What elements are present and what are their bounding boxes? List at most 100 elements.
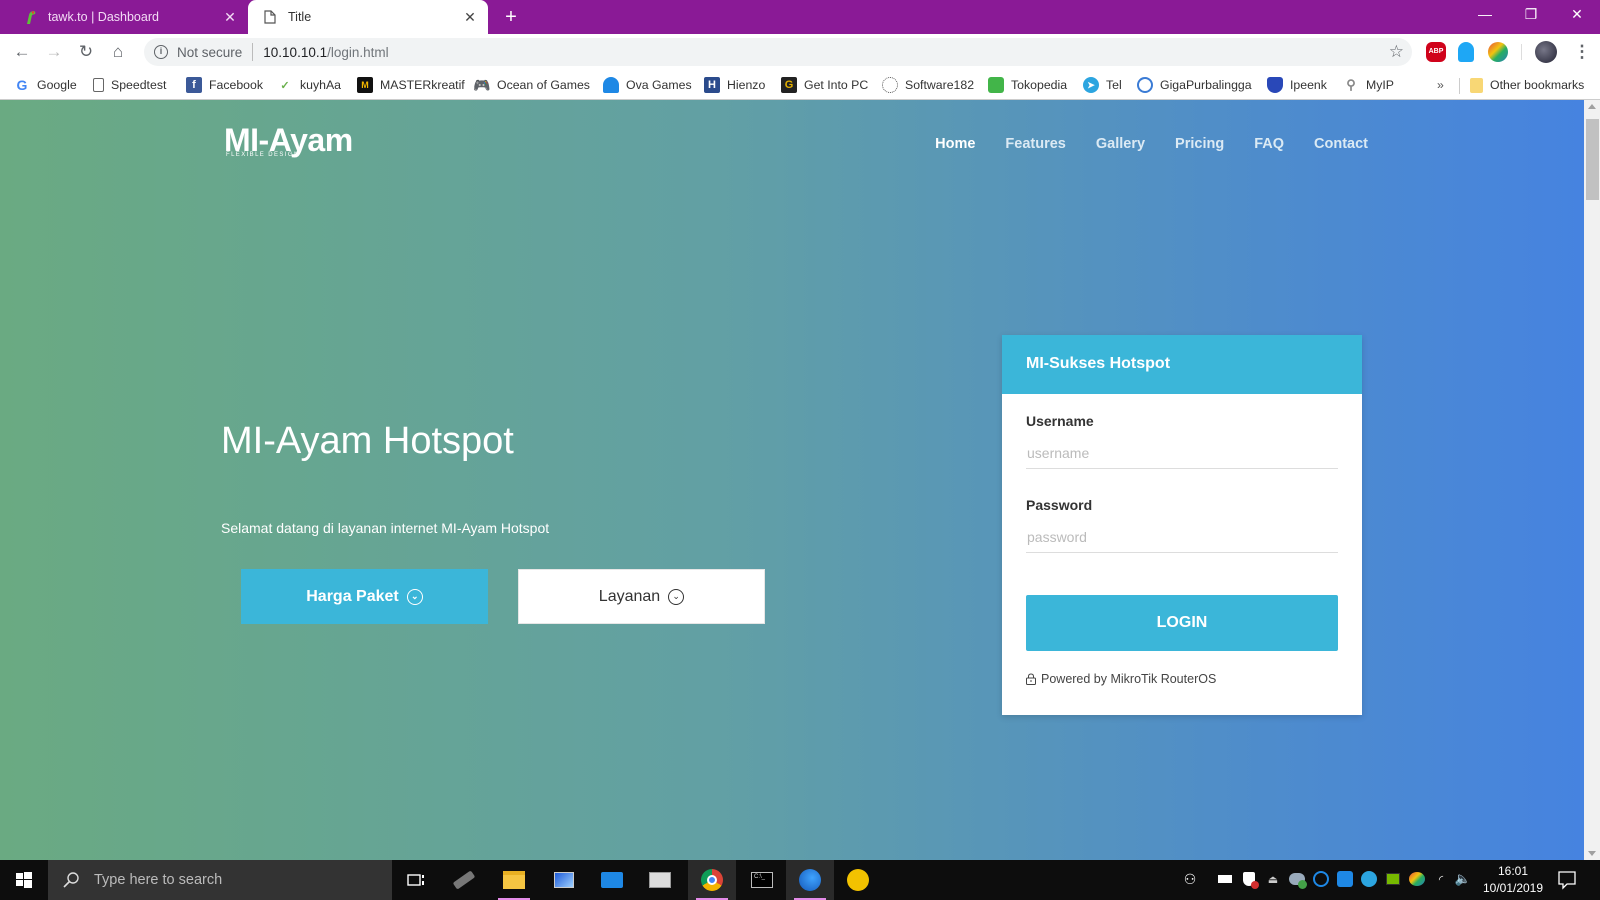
windows-logo-icon: [16, 872, 32, 888]
close-tab-icon[interactable]: ✕: [462, 9, 478, 25]
page-scrollbar[interactable]: [1584, 100, 1600, 860]
home-icon[interactable]: ⌂: [106, 40, 130, 64]
tab-title: Title: [288, 10, 312, 24]
restore-button[interactable]: ❐: [1508, 0, 1554, 30]
taskbar-search[interactable]: Type here to search: [48, 860, 392, 900]
scrollbar-thumb[interactable]: [1586, 119, 1599, 200]
nav-pricing[interactable]: Pricing: [1175, 136, 1224, 152]
logo-tagline: FLEXIBLE DESIGN: [226, 152, 300, 158]
performance-monitor-icon[interactable]: [636, 860, 684, 900]
usb-icon[interactable]: ⏏: [1264, 870, 1282, 888]
back-icon[interactable]: ←: [10, 40, 34, 64]
powered-by-text: Powered by MikroTik RouterOS: [1041, 672, 1217, 686]
nav-features[interactable]: Features: [1005, 136, 1065, 152]
password-input[interactable]: [1026, 521, 1338, 553]
gamepad-icon: 🎮: [473, 76, 491, 93]
start-button[interactable]: [0, 860, 48, 900]
chrome-icon[interactable]: [688, 860, 736, 900]
password-label: Password: [1026, 497, 1093, 513]
winbox-icon[interactable]: [786, 860, 834, 900]
login-button[interactable]: LOGIN: [1026, 595, 1338, 651]
bookmark-get-into-pc[interactable]: G Get Into PC: [781, 76, 868, 94]
file-explorer-icon[interactable]: [490, 860, 538, 900]
bookmark-facebook[interactable]: f Facebook: [186, 76, 263, 94]
task-view-icon[interactable]: [392, 860, 440, 900]
internet-download-manager-icon[interactable]: [1488, 42, 1508, 62]
people-icon[interactable]: ⚇: [1181, 870, 1199, 888]
scroll-down-arrow-icon[interactable]: [1588, 851, 1596, 856]
remote-desktop-icon[interactable]: [540, 860, 588, 900]
bookmark-myip[interactable]: ⚲ MyIP: [1343, 76, 1394, 94]
teamviewer-icon[interactable]: [1336, 870, 1354, 888]
menu-kebab-icon[interactable]: ⋮: [1570, 40, 1594, 64]
update-icon[interactable]: [834, 860, 882, 900]
tab-tawk-dashboard[interactable]: tawk.to | Dashboard ✕: [8, 0, 248, 34]
ghostery-icon[interactable]: [1458, 42, 1474, 62]
url-host: 10.10.10.1: [263, 44, 328, 60]
shield-icon: [1267, 77, 1283, 93]
bookmark-google[interactable]: G Google: [14, 76, 77, 94]
bookmarks-overflow-button[interactable]: »: [1437, 76, 1444, 94]
other-bookmarks-folder[interactable]: Other bookmarks: [1470, 76, 1584, 94]
new-tab-button[interactable]: +: [500, 6, 522, 28]
control-panel-icon[interactable]: [588, 860, 636, 900]
bookmark-ocean-of-games[interactable]: 🎮 Ocean of Games: [473, 76, 590, 94]
nav-contact[interactable]: Contact: [1314, 136, 1368, 152]
usb-drive-icon[interactable]: [440, 860, 488, 900]
toolbar-divider: [1521, 44, 1522, 60]
bookmark-star-icon[interactable]: ☆: [1389, 42, 1404, 62]
tab-title-page[interactable]: Title ✕: [248, 0, 488, 34]
button-label: Harga Paket: [306, 587, 399, 605]
bookmark-hienzo[interactable]: H Hienzo: [704, 76, 765, 94]
divider: [252, 43, 254, 61]
nvidia-icon[interactable]: [1384, 870, 1402, 888]
idm-icon[interactable]: [1408, 870, 1426, 888]
bookmark-ipeenk[interactable]: Ipeenk: [1267, 76, 1327, 94]
bookmark-gigapurbalingga[interactable]: GigaPurbalingga: [1137, 76, 1252, 94]
system-clock[interactable]: 16:01 10/01/2019: [1478, 863, 1548, 897]
nav-gallery[interactable]: Gallery: [1096, 136, 1145, 152]
action-center-icon[interactable]: [1556, 869, 1578, 891]
bookmark-tokopedia[interactable]: Tokopedia: [988, 76, 1067, 94]
getintopc-icon: G: [781, 77, 797, 93]
command-prompt-icon[interactable]: C:\_: [738, 860, 786, 900]
username-label: Username: [1026, 413, 1094, 429]
forward-icon[interactable]: →: [42, 40, 66, 64]
wd-icon[interactable]: [1216, 870, 1234, 888]
harga-paket-button[interactable]: Harga Paket ⌄: [241, 569, 488, 624]
info-icon[interactable]: i: [154, 45, 168, 59]
minimize-button[interactable]: —: [1462, 0, 1508, 30]
bookmark-software182[interactable]: Software182: [882, 76, 974, 94]
search-icon: ⚲: [1346, 77, 1356, 92]
masterkreatif-icon: M: [357, 77, 373, 93]
close-tab-icon[interactable]: ✕: [222, 9, 238, 25]
bookmark-masterkreatif[interactable]: M MASTERkreatif: [357, 76, 465, 94]
bookmark-kuyhaa[interactable]: ✓ kuyhAa: [277, 76, 341, 94]
layanan-button[interactable]: Layanan ⌄: [518, 569, 765, 624]
site-logo[interactable]: MI-Ayam FLEXIBLE DESIGN: [224, 124, 353, 158]
wifi-icon[interactable]: ◜: [1432, 870, 1450, 888]
ova-games-icon: [603, 77, 619, 93]
reload-icon[interactable]: ↻: [74, 40, 98, 64]
button-label: Layanan: [598, 587, 661, 605]
profile-avatar-icon[interactable]: [1535, 41, 1557, 63]
telegram-icon[interactable]: [1360, 870, 1378, 888]
username-input[interactable]: [1026, 437, 1338, 469]
clock-date: 10/01/2019: [1482, 881, 1544, 895]
bookmark-speedtest[interactable]: Speedtest: [93, 76, 166, 94]
hienzo-icon: H: [704, 77, 720, 93]
cloud-sync-icon[interactable]: [1288, 870, 1307, 889]
nav-home[interactable]: Home: [935, 136, 975, 152]
volume-icon[interactable]: 🔈: [1454, 870, 1472, 888]
dots-app-icon[interactable]: [1312, 870, 1330, 888]
close-window-button[interactable]: ✕: [1554, 0, 1600, 30]
security-center-icon[interactable]: [1240, 870, 1259, 889]
bookmark-ova-games[interactable]: Ova Games: [603, 76, 692, 94]
nav-faq[interactable]: FAQ: [1254, 136, 1284, 152]
scroll-up-arrow-icon[interactable]: [1588, 104, 1596, 109]
adblock-plus-icon[interactable]: ABP: [1426, 42, 1446, 62]
address-bar[interactable]: i Not secure 10.10.10.1/login.html ☆: [144, 38, 1412, 66]
bookmark-tel[interactable]: ➤ Tel: [1083, 76, 1122, 94]
security-label[interactable]: Not secure: [177, 45, 242, 60]
lock-icon: [1026, 673, 1036, 685]
